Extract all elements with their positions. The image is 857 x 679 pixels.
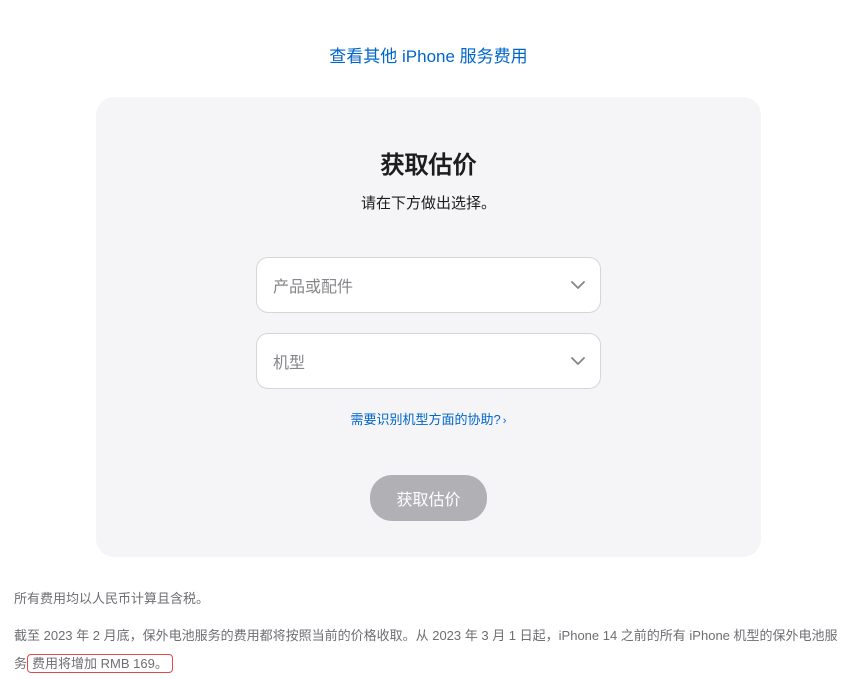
help-link-label: 需要识别机型方面的协助? bbox=[351, 412, 501, 427]
card-subtitle: 请在下方做出选择。 bbox=[136, 192, 721, 213]
top-link-wrapper: 查看其他 iPhone 服务费用 bbox=[10, 0, 847, 97]
product-select[interactable]: 产品或配件 bbox=[256, 257, 601, 313]
identify-model-help-link[interactable]: 需要识别机型方面的协助?› bbox=[351, 412, 507, 427]
footer-disclaimer: 所有费用均以人民币计算且含税。 截至 2023 年 2 月底，保外电池服务的费用… bbox=[10, 585, 847, 679]
other-services-link[interactable]: 查看其他 iPhone 服务费用 bbox=[329, 47, 527, 66]
card-title: 获取估价 bbox=[136, 145, 721, 180]
footer-line-2: 截至 2023 年 2 月底，保外电池服务的费用都将按照当前的价格收取。从 20… bbox=[14, 622, 843, 679]
estimate-card: 获取估价 请在下方做出选择。 产品或配件 机型 需要识别机型方面的协助?› 获取… bbox=[96, 97, 761, 557]
chevron-right-icon: › bbox=[503, 415, 507, 427]
help-link-wrapper: 需要识别机型方面的协助?› bbox=[136, 409, 721, 429]
footer-line-1: 所有费用均以人民币计算且含税。 bbox=[14, 585, 843, 614]
product-select-wrapper: 产品或配件 bbox=[256, 257, 601, 313]
get-estimate-button[interactable]: 获取估价 bbox=[370, 475, 486, 521]
model-select[interactable]: 机型 bbox=[256, 333, 601, 389]
model-select-wrapper: 机型 bbox=[256, 333, 601, 389]
price-increase-highlight: 费用将增加 RMB 169。 bbox=[27, 654, 173, 673]
